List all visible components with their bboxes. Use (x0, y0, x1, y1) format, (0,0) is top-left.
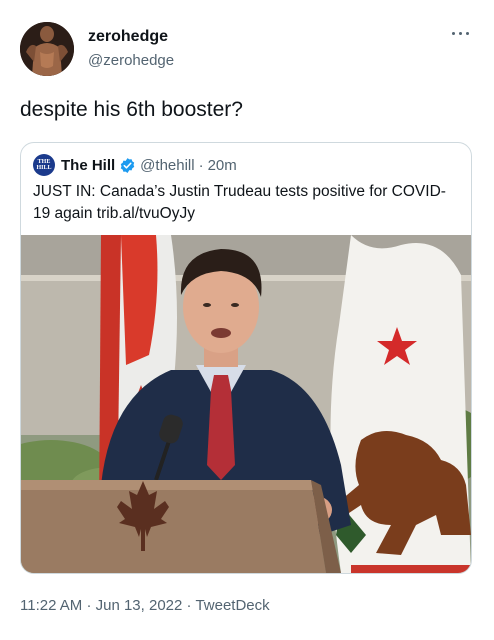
tweet-date[interactable]: Jun 13, 2022 (96, 597, 183, 614)
quoted-time[interactable]: 20m (208, 157, 237, 174)
avatar-image (20, 22, 74, 76)
header-separator: · (198, 156, 204, 174)
tweet-footer: 11:22 AM · Jun 13, 2022 · TweetDeck (20, 597, 270, 614)
quoted-tweet-text: JUST IN: Canada’s Justin Trudeau tests p… (33, 181, 453, 225)
footer-separator: · (86, 597, 92, 614)
quoted-link[interactable]: trib.al/tvuOyJy (97, 205, 195, 222)
quoted-tweet-header: THE HILL The Hill @thehill · 20m (33, 154, 237, 176)
verified-badge-icon (120, 157, 135, 173)
author-avatar[interactable] (20, 22, 74, 76)
quoted-author-handle[interactable]: @thehill (140, 157, 194, 174)
the-hill-logo-icon: THE HILL (33, 154, 55, 176)
quoted-author-name[interactable]: The Hill (61, 157, 115, 174)
quoted-tweet-card[interactable]: THE HILL The Hill @thehill · 20m JUST IN:… (20, 142, 472, 574)
tweet-text: despite his 6th booster? (20, 98, 243, 121)
podium-icon (21, 480, 341, 573)
quoted-tweet-image[interactable] (21, 235, 471, 573)
quoted-text-body: JUST IN: Canada’s Justin Trudeau tests p… (33, 183, 446, 222)
footer-separator: · (186, 597, 192, 614)
author-name[interactable]: zerohedge (88, 28, 168, 46)
more-options-icon[interactable] (450, 28, 472, 38)
tweet-header: zerohedge @zerohedge (20, 20, 474, 78)
california-flag-icon (330, 235, 471, 573)
author-handle[interactable]: @zerohedge (88, 52, 174, 69)
tweet-source[interactable]: TweetDeck (195, 597, 269, 614)
tweet-time[interactable]: 11:22 AM (20, 597, 82, 614)
